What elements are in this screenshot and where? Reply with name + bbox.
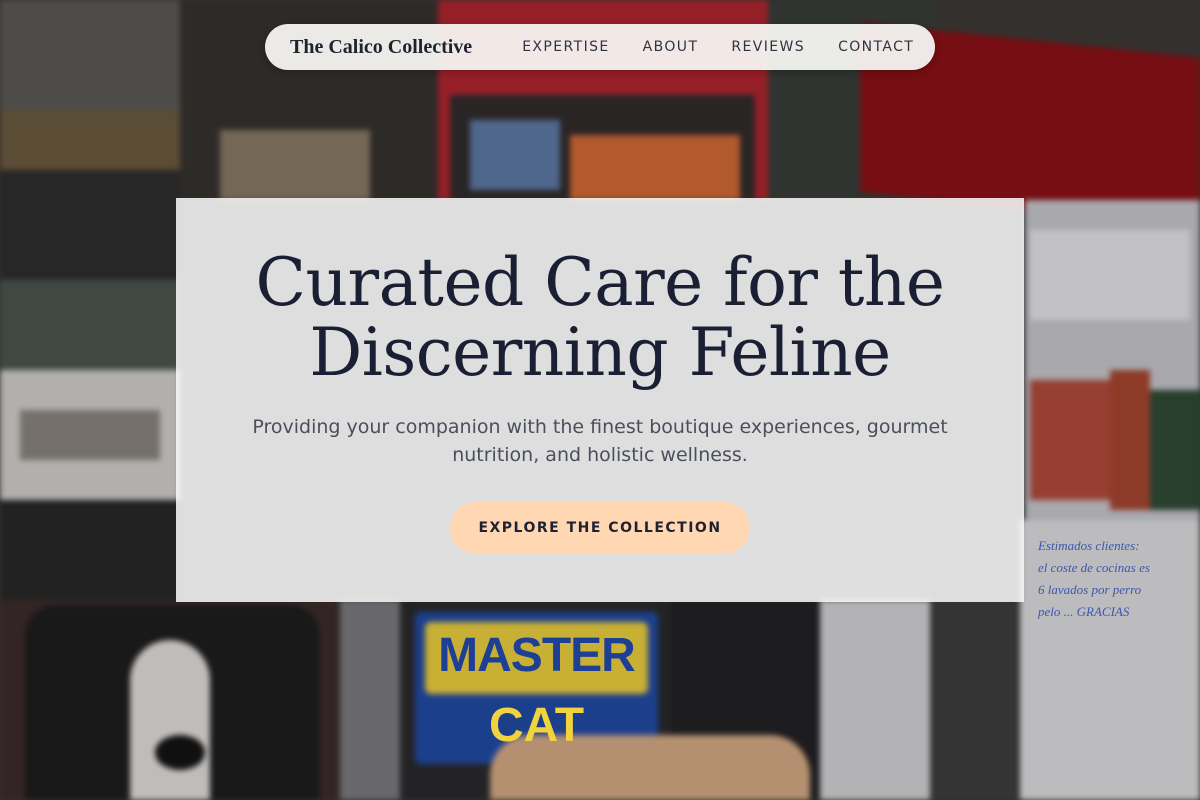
nav-menu: EXPERTISE ABOUT REVIEWS CONTACT — [522, 39, 914, 55]
hero-subtitle: Providing your companion with the finest… — [252, 416, 948, 466]
note-line: pelo ... GRACIAS — [1038, 604, 1130, 619]
master-cat-sign-line2: CAT — [488, 699, 585, 752]
nav-link-reviews[interactable]: REVIEWS — [731, 39, 805, 55]
note-line: 6 lavados por perro — [1038, 582, 1142, 597]
note-line: el coste de cocinas es — [1038, 560, 1150, 575]
nav-link-contact[interactable]: CONTACT — [838, 39, 914, 55]
handwritten-note: Estimados clientes: el coste de cocinas … — [1038, 535, 1198, 623]
nav-link-about[interactable]: ABOUT — [643, 39, 699, 55]
hero-title: Curated Care for the Discerning Feline — [255, 244, 945, 391]
top-nav: The Calico Collective EXPERTISE ABOUT RE… — [265, 24, 935, 70]
nav-link-expertise[interactable]: EXPERTISE — [522, 39, 609, 55]
hero-card: Curated Care for the Discerning Feline P… — [176, 198, 1024, 602]
explore-collection-button[interactable]: EXPLORE THE COLLECTION — [450, 502, 750, 554]
note-line: Estimados clientes: — [1038, 538, 1140, 553]
brand-logo[interactable]: The Calico Collective — [290, 36, 472, 59]
master-cat-sign-line1: MASTER — [438, 629, 636, 682]
